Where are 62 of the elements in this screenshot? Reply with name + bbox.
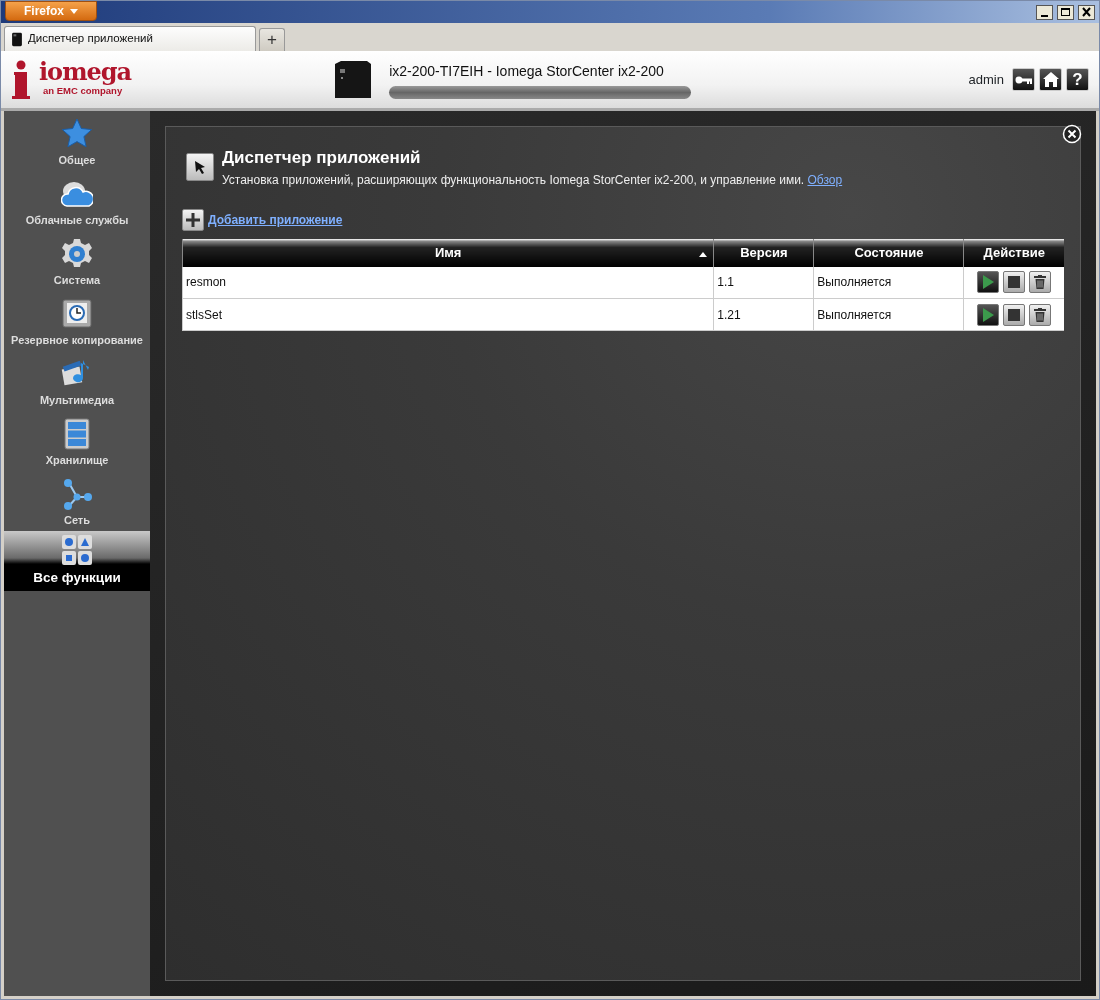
- delete-button[interactable]: [1029, 271, 1052, 294]
- sidebar-item[interactable]: Облачные службы: [4, 171, 150, 231]
- stop-icon: [1008, 276, 1021, 289]
- brand-tagline: an EMC company: [43, 85, 124, 99]
- user-name: admin: [968, 70, 1004, 89]
- gear-icon: [61, 237, 93, 270]
- column-header[interactable]: Состояние: [813, 238, 964, 267]
- shapes-icon: [61, 533, 93, 566]
- pointer-icon: [186, 152, 214, 181]
- stop-button[interactable]: [1003, 303, 1026, 326]
- sidebar-item[interactable]: Все функции: [4, 531, 150, 591]
- panel-title: Диспетчер приложений: [222, 147, 422, 169]
- maximize-icon: [1060, 7, 1071, 17]
- new-tab-button[interactable]: +: [259, 28, 285, 51]
- table-cell: stlsSet: [182, 298, 714, 331]
- add-icon: [182, 208, 204, 231]
- delete-button[interactable]: [1029, 303, 1052, 326]
- home-button[interactable]: [1039, 68, 1062, 91]
- table-cell: Выполняется: [813, 266, 964, 299]
- maximize-button[interactable]: [1057, 4, 1074, 20]
- home-icon: [1042, 72, 1059, 87]
- play-icon: [982, 307, 995, 322]
- sidebar-item[interactable]: Резервное копирование: [4, 291, 150, 351]
- start-button[interactable]: [977, 303, 1000, 326]
- sidebar-item[interactable]: Хранилище: [4, 411, 150, 471]
- minimize-button[interactable]: [1036, 4, 1053, 20]
- caret-icon: [70, 8, 78, 14]
- column-header[interactable]: Действие: [963, 238, 1064, 267]
- trash-icon: [1034, 307, 1047, 322]
- column-header[interactable]: Имя: [182, 238, 714, 267]
- table-cell: 1.1: [713, 266, 814, 299]
- stop-icon: [1008, 308, 1021, 321]
- close-icon: [1081, 7, 1092, 17]
- stop-button[interactable]: [1003, 271, 1026, 294]
- table-cell: Выполняется: [813, 298, 964, 331]
- sidebar-item[interactable]: Система: [4, 231, 150, 291]
- sidebar-item[interactable]: Общее: [4, 111, 150, 171]
- server-rack-icon: [61, 417, 93, 450]
- add-application-link[interactable]: Добавить приложение: [208, 210, 343, 229]
- browser-tab[interactable]: Диспетчер приложений: [4, 26, 256, 51]
- key-button[interactable]: [1012, 68, 1035, 91]
- help-button[interactable]: ?: [1066, 68, 1089, 91]
- play-icon: [982, 275, 995, 290]
- clock-safe-icon: [61, 297, 93, 330]
- sidebar-item[interactable]: Сеть: [4, 471, 150, 531]
- network-icon: [61, 477, 93, 510]
- overview-link[interactable]: Обзор: [807, 172, 843, 187]
- close-button[interactable]: [1078, 4, 1095, 20]
- column-header[interactable]: Версия: [713, 238, 814, 267]
- close-icon: [1062, 123, 1082, 144]
- table-cell: resmon: [182, 266, 714, 299]
- minimize-icon: [1041, 14, 1048, 17]
- star-icon: [61, 117, 93, 150]
- table-cell: 1.21: [713, 298, 814, 331]
- brand-name: iomega: [39, 60, 132, 85]
- key-icon: [1015, 74, 1032, 85]
- logo-icon: [11, 59, 31, 100]
- start-button[interactable]: [977, 271, 1000, 294]
- sidebar-item[interactable]: Мультимедиа: [4, 351, 150, 411]
- trash-icon: [1034, 275, 1047, 290]
- panel-description: Установка приложений, расширяющих функциональность Iomega StorCenter ix2-200, и управление ими. Обзор: [222, 171, 843, 189]
- device-name: ix2-200-TI7EIH - Iomega StorCenter ix2-200: [389, 61, 665, 81]
